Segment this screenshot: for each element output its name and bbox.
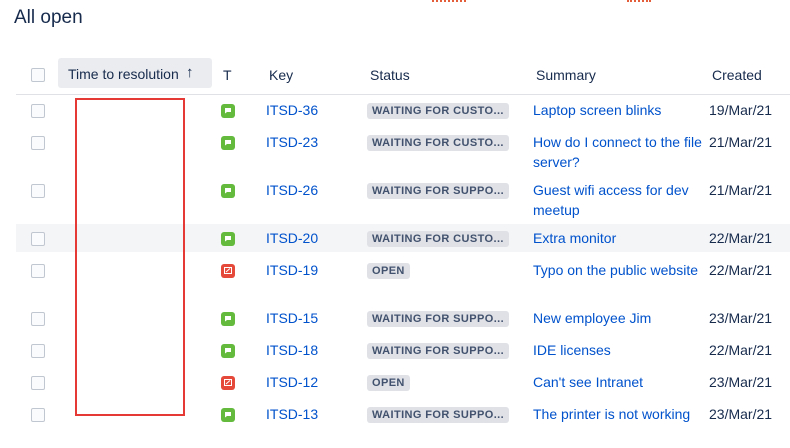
issue-key-link[interactable]: ITSD-26: [266, 182, 318, 198]
created-date: 22/Mar/21: [709, 262, 773, 278]
status-badge: WAITING FOR SUPPO...: [367, 343, 510, 359]
status-badge: OPEN: [367, 263, 410, 279]
status-badge: WAITING FOR SUPPO...: [367, 407, 510, 423]
redaction-box: [75, 98, 185, 416]
status-badge: WAITING FOR SUPPO...: [367, 183, 510, 199]
issue-summary-link[interactable]: How do I connect to the file server?: [533, 132, 703, 172]
issue-summary-link[interactable]: Laptop screen blinks: [533, 100, 703, 120]
issue-key-link[interactable]: ITSD-23: [266, 134, 318, 150]
created-date: 23/Mar/21: [709, 310, 773, 326]
created-date: 21/Mar/21: [709, 134, 773, 150]
comment-icon: [221, 344, 235, 358]
column-header-summary[interactable]: Summary: [536, 67, 596, 83]
comment-icon: [221, 136, 235, 150]
issue-summary-link[interactable]: Extra monitor: [533, 228, 703, 248]
issue-summary-link[interactable]: The printer is not working: [533, 404, 703, 424]
column-header-type[interactable]: T: [223, 67, 232, 83]
created-date: 22/Mar/21: [709, 230, 773, 246]
column-header-status[interactable]: Status: [370, 67, 410, 83]
column-header-time-to-resolution: Time to resolution: [68, 66, 179, 82]
incident-icon: [221, 376, 235, 390]
comment-icon: [221, 312, 235, 326]
comment-icon: [221, 232, 235, 246]
issue-key-link[interactable]: ITSD-19: [266, 262, 318, 278]
comment-icon: [221, 408, 235, 422]
row-checkbox[interactable]: [31, 264, 45, 278]
created-date: 23/Mar/21: [709, 374, 773, 390]
row-checkbox[interactable]: [31, 376, 45, 390]
comment-icon: [221, 104, 235, 118]
header-divider: [16, 94, 790, 95]
row-checkbox[interactable]: [31, 344, 45, 358]
status-badge: OPEN: [367, 375, 410, 391]
row-checkbox[interactable]: [31, 312, 45, 326]
column-header-key[interactable]: Key: [269, 67, 293, 83]
status-badge: WAITING FOR CUSTO...: [367, 103, 509, 119]
issue-key-link[interactable]: ITSD-12: [266, 374, 318, 390]
issue-key-link[interactable]: ITSD-36: [266, 102, 318, 118]
issue-summary-link[interactable]: Typo on the public website: [533, 260, 703, 280]
issue-summary-link[interactable]: Guest wifi access for dev meetup: [533, 180, 703, 220]
column-header-created[interactable]: Created: [712, 67, 762, 83]
created-date: 21/Mar/21: [709, 182, 773, 198]
issue-key-link[interactable]: ITSD-15: [266, 310, 318, 326]
decoration-mark: [432, 0, 466, 4]
created-date: 22/Mar/21: [709, 342, 773, 358]
status-badge: WAITING FOR CUSTO...: [367, 135, 509, 151]
row-checkbox[interactable]: [31, 136, 45, 150]
issue-summary-link[interactable]: IDE licenses: [533, 340, 703, 360]
decoration-mark: [627, 0, 651, 4]
issue-key-link[interactable]: ITSD-20: [266, 230, 318, 246]
created-date: 19/Mar/21: [709, 102, 773, 118]
select-all-checkbox[interactable]: [31, 68, 45, 82]
row-checkbox[interactable]: [31, 184, 45, 198]
status-badge: WAITING FOR SUPPO...: [367, 311, 510, 327]
row-checkbox[interactable]: [31, 232, 45, 246]
page-title: All open: [14, 7, 83, 28]
status-badge: WAITING FOR CUSTO...: [367, 231, 509, 247]
created-date: 23/Mar/21: [709, 406, 773, 422]
row-checkbox[interactable]: [31, 408, 45, 422]
row-checkbox[interactable]: [31, 104, 45, 118]
issue-summary-link[interactable]: Can't see Intranet: [533, 372, 703, 392]
issue-key-link[interactable]: ITSD-18: [266, 342, 318, 358]
issue-key-link[interactable]: ITSD-13: [266, 406, 318, 422]
table-header: Time to resolution ↑ T Key Status Summar…: [0, 58, 790, 92]
sort-time-to-resolution-button[interactable]: Time to resolution ↑: [58, 58, 212, 88]
sort-ascending-icon: ↑: [186, 64, 194, 81]
comment-icon: [221, 184, 235, 198]
issue-summary-link[interactable]: New employee Jim: [533, 308, 703, 328]
incident-icon: [221, 264, 235, 278]
